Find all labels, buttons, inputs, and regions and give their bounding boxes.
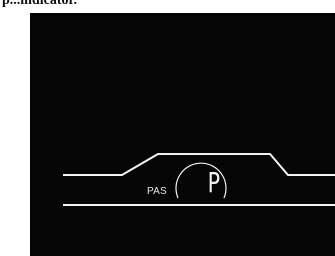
screenshot-page: p...indicator. PAS P	[0, 0, 335, 256]
lcd-display-panel: PAS P	[30, 13, 335, 256]
road-upper-outline	[63, 153, 335, 176]
speed-road-graphic	[63, 153, 335, 206]
pas-label: PAS	[147, 186, 167, 197]
cropped-caption-text: p...indicator.	[2, 0, 77, 8]
assist-mode-digit: P	[207, 166, 221, 199]
